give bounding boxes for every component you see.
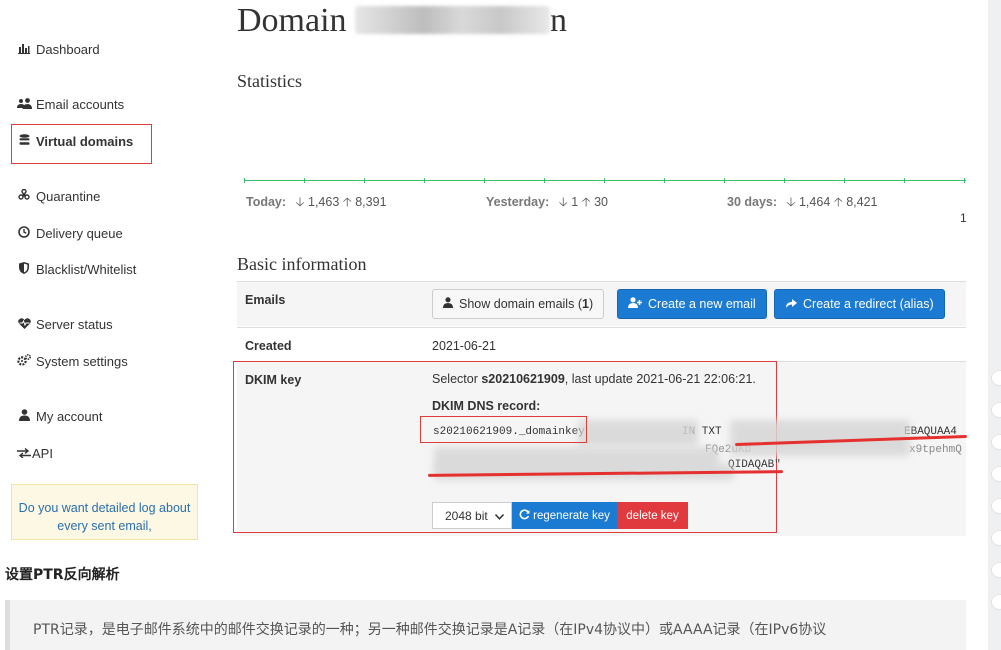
bar-chart-icon (17, 43, 31, 57)
sidebar-item-label: Virtual domains (36, 134, 134, 149)
arrow-up-icon: 🡡 (342, 195, 352, 209)
arrow-down-icon: 🡣 (786, 195, 796, 209)
redaction-blur (578, 420, 698, 446)
key-size-select[interactable]: 2048 bit (432, 502, 512, 529)
stat-30-days-down: 1,464 (798, 195, 831, 209)
user-icon (443, 297, 453, 311)
create-redirect-label: Create a redirect (alias) (803, 297, 934, 311)
arrow-up-icon: 🡡 (833, 195, 843, 209)
chevron-down-icon (494, 509, 505, 523)
refresh-icon (519, 508, 530, 523)
emails-label: Emails (245, 293, 286, 307)
sidebar: Dashboard Email accounts Virtual domains… (0, 0, 215, 540)
arrow-down-icon: 🡣 (558, 195, 568, 209)
right-scroll-gutter (988, 0, 1001, 650)
dkim-selector-line: Selector s20210621909, last update 2021-… (432, 372, 756, 386)
sidebar-item-label: Blacklist/Whitelist (36, 262, 137, 277)
page-title-prefix: Domain (237, 2, 347, 39)
create-new-email-button[interactable]: Create a new email (617, 289, 767, 319)
basic-info-heading: Basic information (237, 254, 367, 274)
delete-label: delete key (626, 509, 679, 522)
user-icon (17, 409, 31, 424)
sidebar-item-blacklist-whitelist[interactable]: Blacklist/Whitelist (17, 262, 136, 277)
stat-yesterday-up: 30 (594, 195, 608, 209)
stat-yesterday: Yesterday: 🡣 1 🡡 30 (486, 193, 608, 214)
stat-30-days-label: 30 days: (727, 195, 778, 209)
regenerate-label: regenerate key (533, 509, 610, 522)
statistics-heading: Statistics (237, 71, 303, 91)
sidebar-item-label: My account (36, 409, 103, 424)
users-icon (17, 97, 32, 112)
database-icon (17, 134, 31, 149)
stat-yesterday-down: 1 (571, 195, 579, 209)
dns-record-fragment: x9tpehmQ (909, 444, 962, 456)
selector-prefix: Selector (432, 372, 478, 386)
sidebar-item-label: Server status (36, 317, 113, 332)
dns-record-fragment: QIDAQAB" (728, 459, 781, 471)
stat-yesterday-label: Yesterday: (486, 195, 550, 209)
promo-text[interactable]: Do you want detailed log about every sen… (19, 501, 191, 533)
sidebar-item-system-settings[interactable]: System settings (17, 353, 128, 369)
stat-today-up: 8,391 (355, 195, 387, 209)
heartbeat-icon (17, 317, 31, 332)
redacted-domain-name (355, 6, 551, 34)
sidebar-item-label: System settings (36, 354, 128, 369)
show-emails-label: Show domain emails (459, 297, 575, 311)
sidebar-item-api[interactable]: API (17, 446, 53, 461)
quote-text: PTR记录，是电子邮件系统中的邮件交换记录的一种；另一种邮件交换记录是A记录（在… (33, 622, 827, 638)
page-title-suffix: n (550, 2, 568, 39)
arrow-down-icon: 🡣 (295, 195, 305, 209)
created-row: Created 2021-06-21 (237, 327, 966, 361)
selector-value: s20210621909 (481, 372, 565, 386)
stat-today: Today: 🡣 1,463 🡡 8,391 (246, 193, 387, 214)
regenerate-key-button[interactable]: regenerate key (512, 502, 617, 529)
created-value: 2021-06-21 (432, 339, 496, 353)
sidebar-item-server-status[interactable]: Server status (17, 317, 113, 332)
page-title: Domain n (237, 2, 567, 40)
sidebar-item-label: Dashboard (36, 42, 100, 57)
created-label: Created (245, 339, 292, 353)
show-domain-emails-button[interactable]: Show domain emails (1) (432, 289, 605, 319)
stat-30-days: 30 days: 🡣 1,464 🡡 8,421 (727, 193, 878, 214)
delete-key-button[interactable]: delete key (617, 502, 688, 529)
last-update-text: , last update 2021-06-21 22:06:21. (564, 372, 756, 386)
create-redirect-button[interactable]: Create a redirect (alias) (774, 289, 945, 319)
statistics-chart-axis (244, 178, 966, 183)
biohazard-icon (17, 188, 31, 204)
sidebar-item-virtual-domains[interactable]: Virtual domains (17, 134, 133, 149)
key-size-value: 2048 bit (445, 508, 488, 523)
stat-today-down: 1,463 (308, 195, 340, 209)
clock-icon (17, 226, 31, 241)
sidebar-item-email-accounts[interactable]: Email accounts (17, 97, 124, 112)
create-email-label: Create a new email (648, 297, 756, 311)
stat-30-days-up: 8,421 (846, 195, 878, 209)
exchange-icon (17, 447, 31, 461)
stat-today-label: Today: (246, 195, 287, 209)
sidebar-item-label: API (32, 446, 53, 461)
article-quote: PTR记录，是电子邮件系统中的邮件交换记录的一种；另一种邮件交换记录是A记录（在… (5, 600, 966, 650)
sidebar-item-label: Delivery queue (36, 226, 123, 241)
arrow-up-icon: 🡡 (581, 195, 591, 209)
sidebar-item-label: Email accounts (36, 97, 125, 112)
promo-box[interactable]: Do you want detailed log about every sen… (11, 484, 198, 540)
add-user-icon (628, 297, 642, 311)
emails-count: 1 (581, 297, 589, 311)
shield-icon (17, 262, 31, 277)
share-arrow-icon (785, 297, 797, 311)
pagination-number[interactable]: 1 (960, 211, 967, 225)
sidebar-item-label: Quarantine (36, 189, 101, 204)
sidebar-item-dashboard[interactable]: Dashboard (17, 42, 100, 57)
sidebar-item-quarantine[interactable]: Quarantine (17, 188, 101, 204)
sidebar-item-delivery-queue[interactable]: Delivery queue (17, 226, 123, 241)
article-heading: 设置PTR反向解析 (5, 567, 120, 583)
gears-icon (17, 353, 32, 369)
dns-record-label: DKIM DNS record: (432, 399, 541, 413)
annotation-selector-box (420, 416, 587, 443)
sidebar-item-my-account[interactable]: My account (17, 409, 102, 424)
